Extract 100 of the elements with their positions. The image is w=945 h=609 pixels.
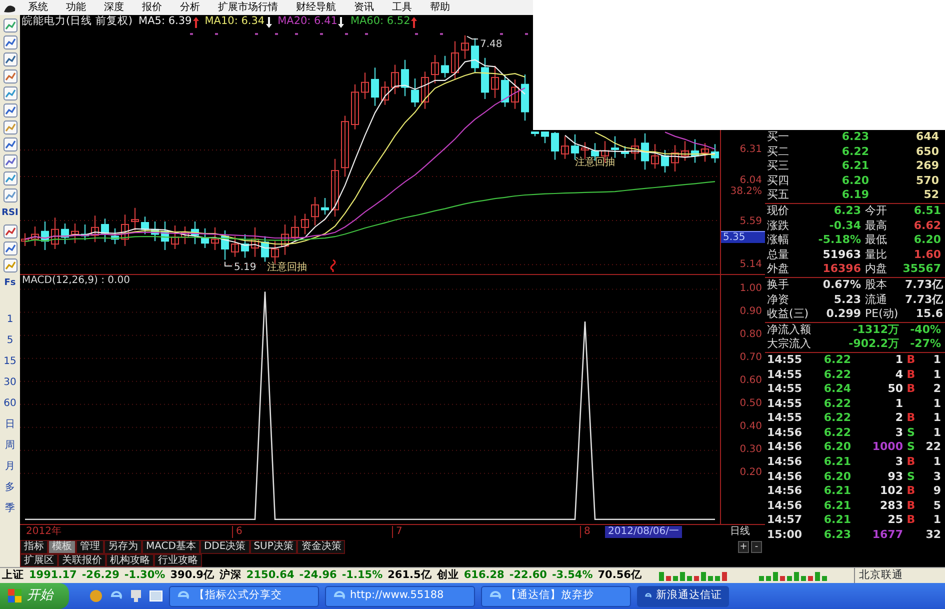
candlestick xyxy=(511,78,519,110)
period-button[interactable]: 月 xyxy=(2,457,18,476)
indicator-value: MA20: 6.41 xyxy=(278,14,338,30)
quote-value: 6.23 xyxy=(832,204,861,219)
candlestick xyxy=(201,228,209,248)
tick-price: 6.22 xyxy=(822,426,851,440)
windows-flag-icon xyxy=(8,589,22,603)
candlestick xyxy=(121,214,129,247)
quote-label: 今开 xyxy=(865,204,888,219)
toolbar-icon[interactable] xyxy=(2,154,18,169)
trade-side: B xyxy=(906,368,916,380)
period-button[interactable]: 多 xyxy=(2,478,18,497)
toolbar-icon[interactable] xyxy=(2,35,18,50)
quote-value: -0.34 xyxy=(828,218,861,234)
period-button[interactable]: 季 xyxy=(2,499,18,518)
menu-item[interactable]: 工具 xyxy=(383,0,421,14)
candlestick xyxy=(61,223,69,245)
toolbar-icon[interactable] xyxy=(2,86,18,101)
period-button[interactable]: 15 xyxy=(2,352,18,371)
indicator-tab[interactable]: DDE决策 xyxy=(200,540,250,554)
trade-side: S xyxy=(907,470,915,483)
indicator-tab[interactable]: MACD基本 xyxy=(142,540,200,554)
tick-time: 14:56 xyxy=(767,426,804,440)
index-quote: 创业 xyxy=(436,568,459,583)
monitor-icon[interactable] xyxy=(129,589,143,603)
tick-volume: 3 xyxy=(894,455,903,470)
menu-item[interactable]: 财经导航 xyxy=(287,0,345,14)
menu-item[interactable]: 资讯 xyxy=(345,0,383,14)
quote-label: 最低 xyxy=(865,233,888,248)
tick-price: 6.22 xyxy=(822,352,851,368)
index-quote: -26.29 xyxy=(82,568,120,583)
trade-side: S xyxy=(907,440,915,454)
toolbar-button[interactable]: Fs xyxy=(2,275,18,292)
candlestick xyxy=(431,54,439,84)
candlestick xyxy=(611,136,619,158)
panel-tab[interactable]: 行业攻略 xyxy=(154,554,202,567)
tick-time: 14:56 xyxy=(767,498,804,514)
taskbar-window-button[interactable]: http://www.55188 xyxy=(325,586,475,606)
indicator-tab[interactable]: 资金决策 xyxy=(297,540,346,554)
toolbar-icon[interactable] xyxy=(2,188,18,203)
candlestick xyxy=(231,236,239,258)
panel-tab[interactable]: 机构攻略 xyxy=(106,554,154,567)
candlestick xyxy=(391,64,399,95)
toolbar-icon[interactable] xyxy=(2,52,18,67)
tick-price: 6.21 xyxy=(822,455,851,470)
tick-volume: 1 xyxy=(894,396,903,412)
panel-tab[interactable]: 扩展区 xyxy=(20,554,58,567)
menu-item[interactable]: 功能 xyxy=(57,0,95,14)
zoom-button[interactable]: - xyxy=(751,541,762,553)
app-icon[interactable] xyxy=(89,589,103,603)
toolbar-icon[interactable] xyxy=(2,258,18,273)
candlestick xyxy=(241,234,249,258)
axis-label: 0.90 xyxy=(740,306,762,318)
period-button[interactable]: 30 xyxy=(2,373,18,392)
period-button[interactable]: 日 xyxy=(2,415,18,434)
tick-price: 6.21 xyxy=(822,513,851,528)
candlestick xyxy=(21,232,29,247)
index-quote: 70.56亿 xyxy=(598,568,642,583)
toolbar-icon[interactable] xyxy=(2,120,18,135)
tick-count: 5 xyxy=(932,498,941,514)
menu-item[interactable]: 报价 xyxy=(133,0,171,14)
price-label: 7.48 xyxy=(480,39,502,50)
menu-item[interactable]: 深度 xyxy=(95,0,133,14)
toolbar-icon[interactable] xyxy=(2,18,18,33)
menu-item[interactable]: 系统 xyxy=(19,0,57,14)
tick-count: 1 xyxy=(932,411,941,426)
menu-item[interactable]: 分析 xyxy=(171,0,209,14)
toolbar-icon[interactable] xyxy=(2,224,18,239)
toolbar-icon[interactable] xyxy=(2,241,18,256)
zoom-button[interactable]: + xyxy=(738,541,749,553)
tick-count: 1 xyxy=(932,455,941,470)
quote-label: 换手 xyxy=(767,278,790,293)
period-button[interactable]: 60 xyxy=(2,394,18,413)
toolbar-icon[interactable] xyxy=(2,137,18,152)
period-button[interactable]: 周 xyxy=(2,436,18,455)
index-quote: 2150.64 xyxy=(246,568,294,583)
menu-item[interactable]: 帮助 xyxy=(421,0,459,14)
toolbar-button[interactable]: RSI xyxy=(2,205,18,222)
quote-value: -5.18% xyxy=(817,233,861,248)
quote-volume: 269 xyxy=(915,159,939,174)
toolbar-icon[interactable] xyxy=(2,171,18,186)
toolbar-icon[interactable] xyxy=(2,103,18,118)
axis-label: 0.40 xyxy=(740,421,762,432)
taskbar-window-button[interactable]: 【指标公式分享交 xyxy=(169,586,319,606)
toolbar-icon[interactable] xyxy=(2,69,18,84)
window-icon[interactable] xyxy=(149,589,163,603)
indicator-tab[interactable]: 另存为 xyxy=(104,540,142,554)
period-button[interactable]: 5 xyxy=(2,331,18,350)
panel-tab[interactable]: 关联报价 xyxy=(58,554,106,567)
indicator-tab[interactable]: 指标 xyxy=(20,540,48,554)
period-button[interactable]: 1 xyxy=(2,310,18,329)
tick-volume: 102 xyxy=(879,484,903,499)
menu-item[interactable]: 扩展市场行情 xyxy=(209,0,287,14)
quote-volume: 52 xyxy=(922,188,939,203)
candlestick xyxy=(501,74,509,108)
index-quote: 沪深 xyxy=(219,568,242,583)
taskbar-window-button[interactable]: 新浪通达信证 xyxy=(637,586,729,606)
taskbar-window-button[interactable]: 【通达信】放弃抄 xyxy=(481,586,631,606)
indicator-tab[interactable]: SUP决策 xyxy=(250,540,298,554)
indicator-tab[interactable]: 管理 xyxy=(76,540,104,554)
